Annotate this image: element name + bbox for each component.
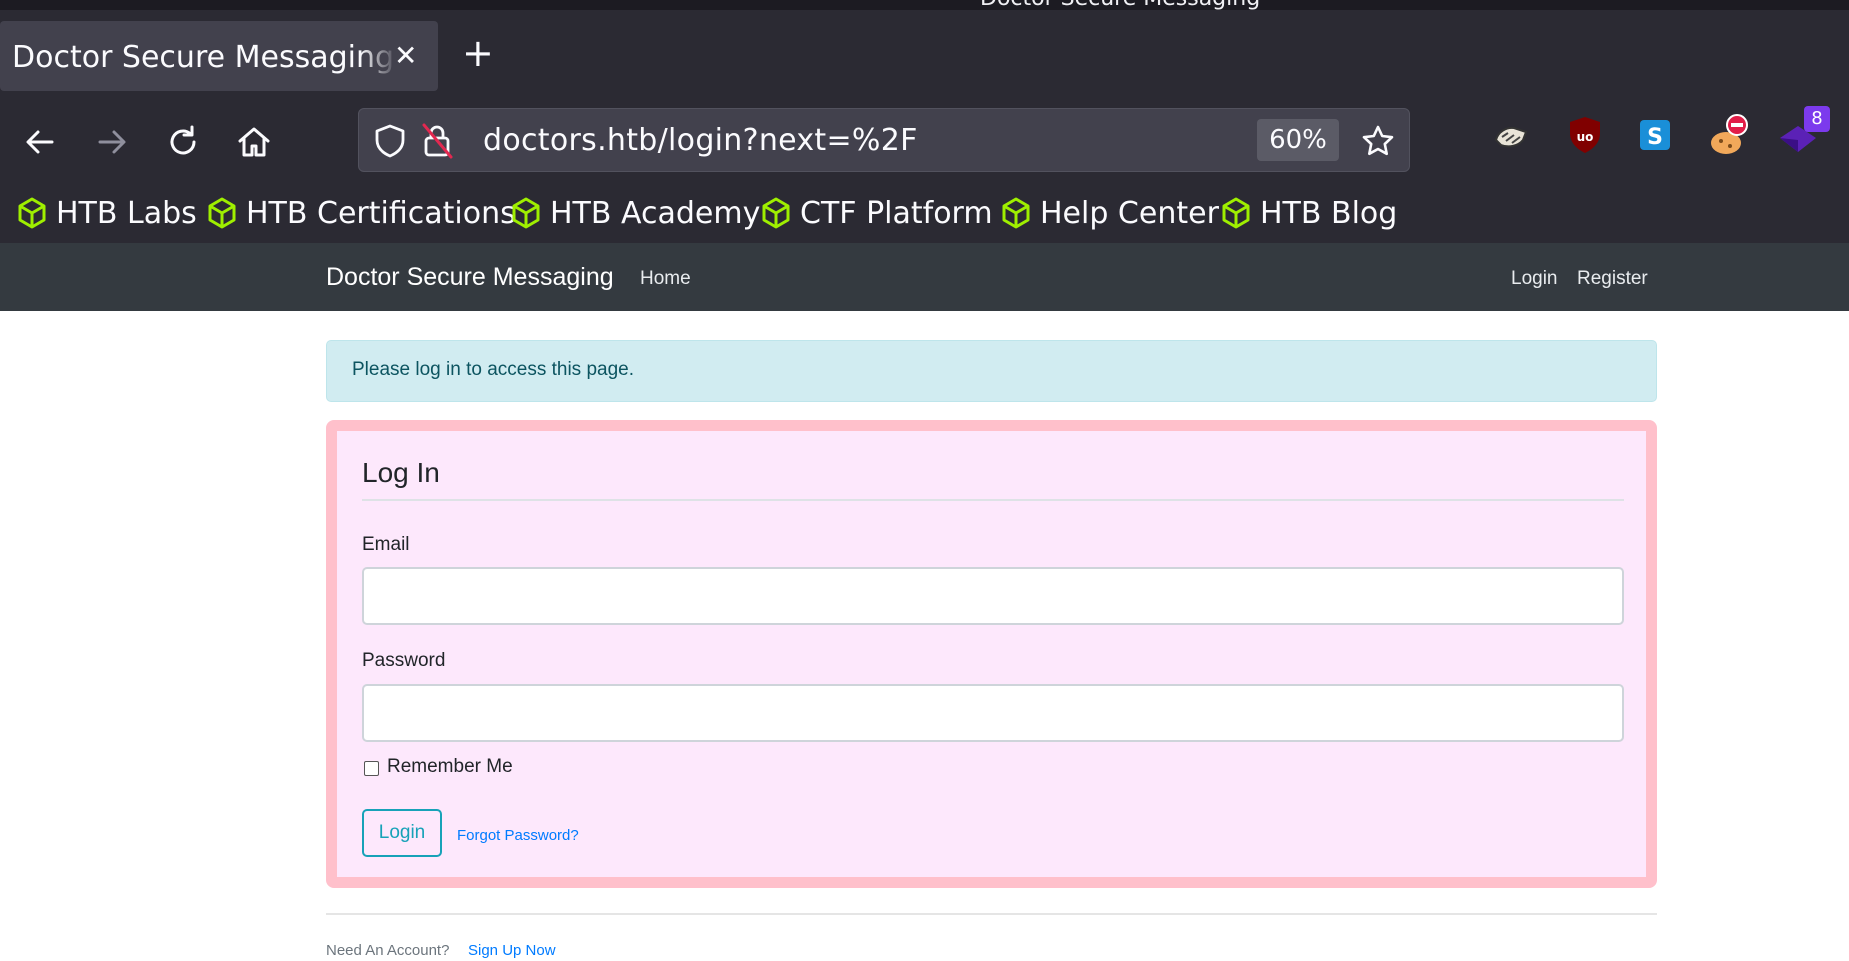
remember-me-label[interactable]: Remember Me — [387, 756, 513, 778]
nav-link-register[interactable]: Register — [1577, 268, 1648, 290]
sign-up-link[interactable]: Sign Up Now — [468, 942, 556, 959]
email-field[interactable] — [362, 567, 1624, 625]
htb-cube-icon — [18, 197, 46, 229]
legend-divider — [362, 499, 1624, 501]
wappalyzer-icon[interactable] — [1490, 110, 1536, 160]
login-button[interactable]: Login — [362, 809, 442, 857]
site-brand[interactable]: Doctor Secure Messaging — [326, 263, 614, 292]
insecure-lock-icon[interactable] — [421, 121, 453, 161]
tab-active[interactable]: Doctor Secure Messaging - Login ✕ — [0, 21, 438, 91]
home-icon[interactable] — [234, 122, 274, 162]
bookmark-ctf-platform[interactable]: CTF Platform — [760, 190, 993, 236]
url-bar[interactable]: doctors.htb/login?next=%2F 60% — [358, 108, 1410, 172]
zoom-level[interactable]: 60% — [1257, 119, 1339, 161]
nav-link-home[interactable]: Home — [640, 268, 691, 290]
footer-divider — [326, 913, 1657, 915]
htb-cube-icon — [512, 197, 540, 229]
arrow-right-icon[interactable] — [92, 122, 132, 162]
star-icon[interactable] — [1360, 123, 1396, 159]
remember-me-checkbox[interactable] — [364, 761, 379, 776]
arrow-left-icon[interactable] — [20, 122, 60, 162]
purple-extension-icon[interactable]: 8 — [1776, 106, 1830, 160]
htb-cube-icon — [208, 197, 236, 229]
svg-text:S: S — [1647, 125, 1663, 150]
bookmark-label: HTB Labs — [56, 195, 197, 231]
cookie-blocker-icon[interactable] — [1705, 110, 1751, 160]
password-label: Password — [362, 650, 446, 671]
forgot-password-link[interactable]: Forgot Password? — [457, 827, 579, 844]
form-legend: Log In — [362, 457, 440, 488]
login-form: Log In Email Password Remember Me Login … — [326, 420, 1657, 888]
extension-badge: 8 — [1804, 106, 1830, 132]
reload-icon[interactable] — [163, 122, 203, 162]
htb-cube-icon — [1002, 197, 1030, 229]
s-extension-icon[interactable]: S — [1632, 110, 1678, 160]
tab-title: Doctor Secure Messaging - Login — [12, 40, 398, 75]
plus-icon[interactable]: + — [462, 34, 494, 72]
url-text[interactable]: doctors.htb/login?next=%2F — [483, 123, 918, 158]
bookmark-htb-certifications[interactable]: HTB Certifications — [206, 190, 516, 236]
bookmark-htb-blog[interactable]: HTB Blog — [1220, 190, 1397, 236]
window-title: Doctor Secure Messaging — [980, 0, 1260, 10]
password-field[interactable] — [362, 684, 1624, 742]
bookmark-label: HTB Blog — [1260, 195, 1398, 231]
ublock-origin-icon[interactable]: uo — [1562, 110, 1608, 160]
bookmark-label: HTB Academy — [550, 195, 761, 231]
bookmark-htb-labs[interactable]: HTB Labs — [16, 190, 197, 236]
htb-cube-icon — [762, 197, 790, 229]
bookmarks-bar: HTB Labs HTB Certifications HTB Academy … — [0, 190, 1849, 242]
nav-link-login[interactable]: Login — [1511, 268, 1558, 290]
window-titlebar: Doctor Secure Messaging — [0, 0, 1849, 10]
close-icon[interactable]: ✕ — [394, 39, 417, 72]
svg-text:uo: uo — [1577, 130, 1594, 144]
tab-strip: Doctor Secure Messaging - Login ✕ + — [0, 10, 1849, 99]
bookmark-label: CTF Platform — [800, 195, 993, 231]
bookmark-label: HTB Certifications — [246, 195, 516, 231]
alert-message: Please log in to access this page. — [352, 359, 635, 380]
shield-icon[interactable] — [373, 123, 407, 159]
info-alert: Please log in to access this page. — [326, 340, 1657, 402]
site-navbar: Doctor Secure Messaging Home Login Regis… — [0, 243, 1849, 311]
bookmark-htb-academy[interactable]: HTB Academy — [510, 190, 760, 236]
need-account-text: Need An Account? — [326, 942, 450, 959]
bookmark-help-center[interactable]: Help Center — [1000, 190, 1219, 236]
bookmark-label: Help Center — [1040, 195, 1219, 231]
htb-cube-icon — [1222, 197, 1250, 229]
email-label: Email — [362, 534, 410, 555]
